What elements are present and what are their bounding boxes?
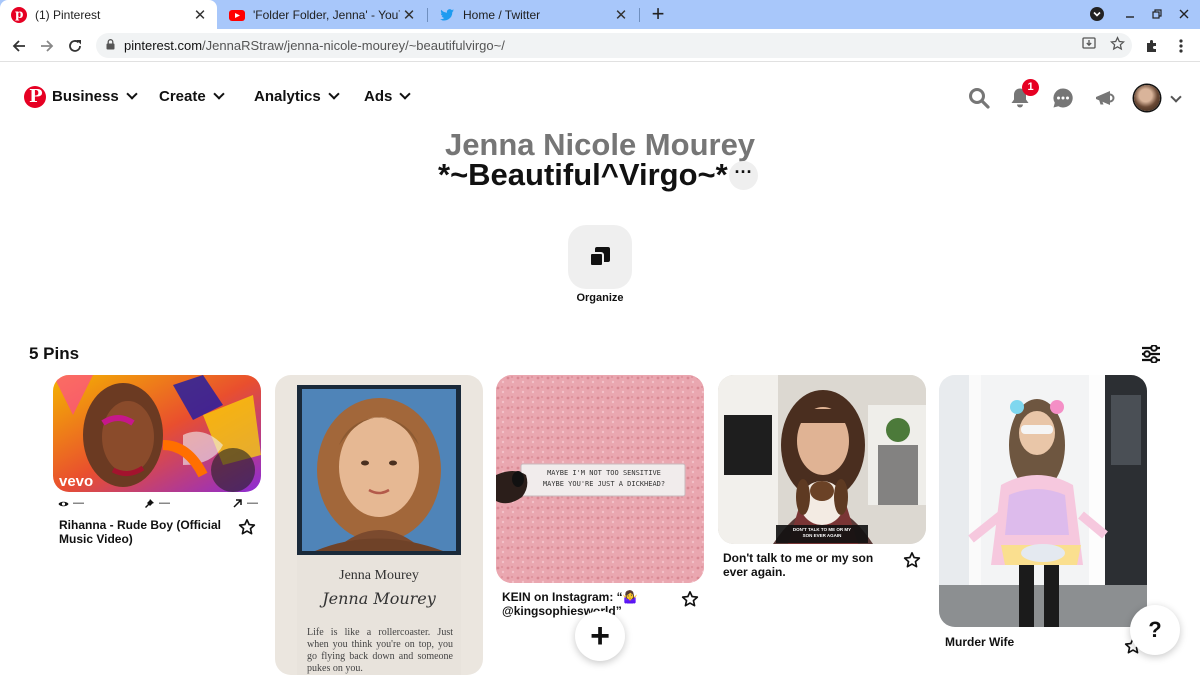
back-icon[interactable] <box>8 35 30 57</box>
close-window-icon[interactable] <box>1174 3 1194 26</box>
pin-stats: — — — <box>53 497 261 511</box>
tab-title: (1) Pinterest <box>35 7 101 22</box>
menu-create[interactable]: Create <box>159 88 225 105</box>
sign-text: MAYBE I'M NOT TOO SENSITIVE MAYBE YOU'RE… <box>526 468 682 490</box>
youtube-favicon-icon <box>229 7 245 23</box>
minimize-icon[interactable] <box>1120 3 1140 26</box>
chevron-down-icon <box>399 88 412 100</box>
meme-caption: DON'T TALK TO ME OR MY SON EVER AGAIN <box>792 527 852 538</box>
chat-icon[interactable] <box>1051 86 1075 110</box>
yearbook-signature: Jenna Mourey <box>322 589 436 608</box>
notification-badge: 1 <box>1022 79 1039 96</box>
new-tab-button[interactable]: + <box>646 2 670 26</box>
pin-card-dont-talk[interactable]: DON'T TALK TO ME OR MY SON EVER AGAIN Do… <box>718 375 926 585</box>
outbound-arrow-icon <box>233 499 242 508</box>
pin-title[interactable]: Murder Wife <box>945 635 1105 649</box>
restore-icon[interactable] <box>1147 3 1167 26</box>
vevo-watermark: vevo <box>59 473 93 490</box>
close-tab-icon[interactable]: ✕ <box>191 6 209 24</box>
twitter-favicon-icon <box>439 7 455 23</box>
board-title: *~Beautiful^Virgo~* <box>438 157 728 192</box>
impressions-value: — <box>73 497 84 509</box>
filter-sliders-icon[interactable] <box>1141 345 1161 363</box>
pin-card-yearbook[interactable]: Jenna Mourey Jenna Mourey Life is like a… <box>275 375 483 675</box>
clicks-value: — <box>247 497 258 509</box>
avatar[interactable] <box>1134 85 1160 111</box>
url-path: /JennaRStraw/jenna-nicole-mourey/~beauti… <box>202 38 505 53</box>
browser-tab-strip: p (1) Pinterest ✕ 'Folder Folder, Jenna'… <box>0 0 1200 29</box>
saves-value: — <box>159 497 170 509</box>
chevron-down-icon <box>126 88 138 100</box>
pin-image[interactable]: Jenna Mourey Jenna Mourey Life is like a… <box>275 375 483 675</box>
sign-line: MAYBE YOU'RE JUST A DICKHEAD? <box>542 480 666 488</box>
menu-business[interactable]: Business <box>52 88 138 105</box>
yearbook-name: Jenna Mourey <box>339 568 419 583</box>
menu-analytics[interactable]: Analytics <box>254 88 340 105</box>
extensions-puzzle-icon[interactable] <box>1141 35 1163 57</box>
pin-count: 5 Pins <box>29 344 80 363</box>
star-icon[interactable] <box>681 590 699 608</box>
menu-ads[interactable]: Ads <box>364 88 412 105</box>
tab-title: Home / Twitter <box>463 7 541 22</box>
organize-button[interactable] <box>568 225 632 289</box>
pin-save-icon <box>145 499 154 508</box>
pin-card-kein[interactable]: MAYBE I'M NOT TOO SENSITIVE MAYBE YOU'RE… <box>496 375 704 625</box>
tab-youtube[interactable]: 'Folder Folder, Jenna' - YouTube ✕ <box>218 0 426 29</box>
browser-toolbar: pinterest.com/JennaRStraw/jenna-nicole-m… <box>0 29 1200 62</box>
organize-label: Organize <box>576 292 624 304</box>
pin-card-rihanna[interactable]: vevo — — — Rihanna - Rude Boy (Official … <box>53 375 261 546</box>
forward-icon[interactable] <box>36 35 58 57</box>
organize-icon <box>589 247 610 267</box>
tab-title: 'Folder Folder, Jenna' - YouTube <box>253 7 400 22</box>
lock-icon <box>106 39 115 50</box>
close-tab-icon[interactable]: ✕ <box>400 6 418 24</box>
install-app-icon[interactable] <box>1080 36 1098 54</box>
reload-icon[interactable] <box>64 35 86 57</box>
account-chevron-down-icon[interactable] <box>1170 91 1182 103</box>
pin-title[interactable]: Rihanna - Rude Boy (Official Music Video… <box>59 518 229 546</box>
chevron-down-icon <box>328 88 340 100</box>
menu-label: Analytics <box>254 88 321 105</box>
pinterest-logo-icon[interactable]: P <box>24 86 46 108</box>
star-icon[interactable] <box>238 518 256 536</box>
eye-icon <box>58 501 69 507</box>
tab-pinterest[interactable]: p (1) Pinterest ✕ <box>0 0 217 29</box>
add-pin-button[interactable]: + <box>575 611 625 661</box>
address-bar[interactable]: pinterest.com/JennaRStraw/jenna-nicole-m… <box>96 33 1132 58</box>
pin-image[interactable]: DON'T TALK TO ME OR MY SON EVER AGAIN <box>718 375 926 544</box>
pin-image[interactable]: MAYBE I'M NOT TOO SENSITIVE MAYBE YOU'RE… <box>496 375 704 583</box>
pinterest-favicon-icon: p <box>11 6 27 23</box>
tab-separator <box>639 8 640 22</box>
star-icon[interactable] <box>903 551 921 569</box>
menu-label: Create <box>159 88 206 105</box>
chevron-down-icon <box>213 88 225 100</box>
tab-twitter[interactable]: Home / Twitter ✕ <box>428 0 638 29</box>
pin-image[interactable] <box>939 375 1147 627</box>
url-text: pinterest.com/JennaRStraw/jenna-nicole-m… <box>124 38 505 53</box>
browser-menu-icon[interactable] <box>1170 35 1192 57</box>
pinterest-header: P Business Create Analytics Ads 1 <box>0 62 1200 132</box>
tab-search-icon[interactable] <box>1087 3 1107 27</box>
pin-image[interactable]: vevo <box>53 375 261 492</box>
menu-label: Ads <box>364 88 393 105</box>
sign-line: MAYBE I'M NOT TOO SENSITIVE <box>547 469 661 477</box>
close-tab-icon[interactable]: ✕ <box>612 6 630 24</box>
more-options-button[interactable]: ··· <box>729 161 758 190</box>
menu-label: Business <box>52 88 119 105</box>
pin-title[interactable]: Don't talk to me or my son ever again. <box>723 551 883 579</box>
logo-letter: P <box>29 86 43 107</box>
pin-card-murder-wife[interactable]: Murder Wife <box>939 375 1147 675</box>
yearbook-quote: Life is like a rollercoaster. Just when … <box>307 627 453 674</box>
url-domain: pinterest.com <box>124 38 203 53</box>
search-icon[interactable] <box>967 86 991 110</box>
help-button[interactable]: ? <box>1130 605 1180 655</box>
bookmark-star-icon[interactable] <box>1108 36 1126 54</box>
megaphone-icon[interactable] <box>1093 86 1117 110</box>
